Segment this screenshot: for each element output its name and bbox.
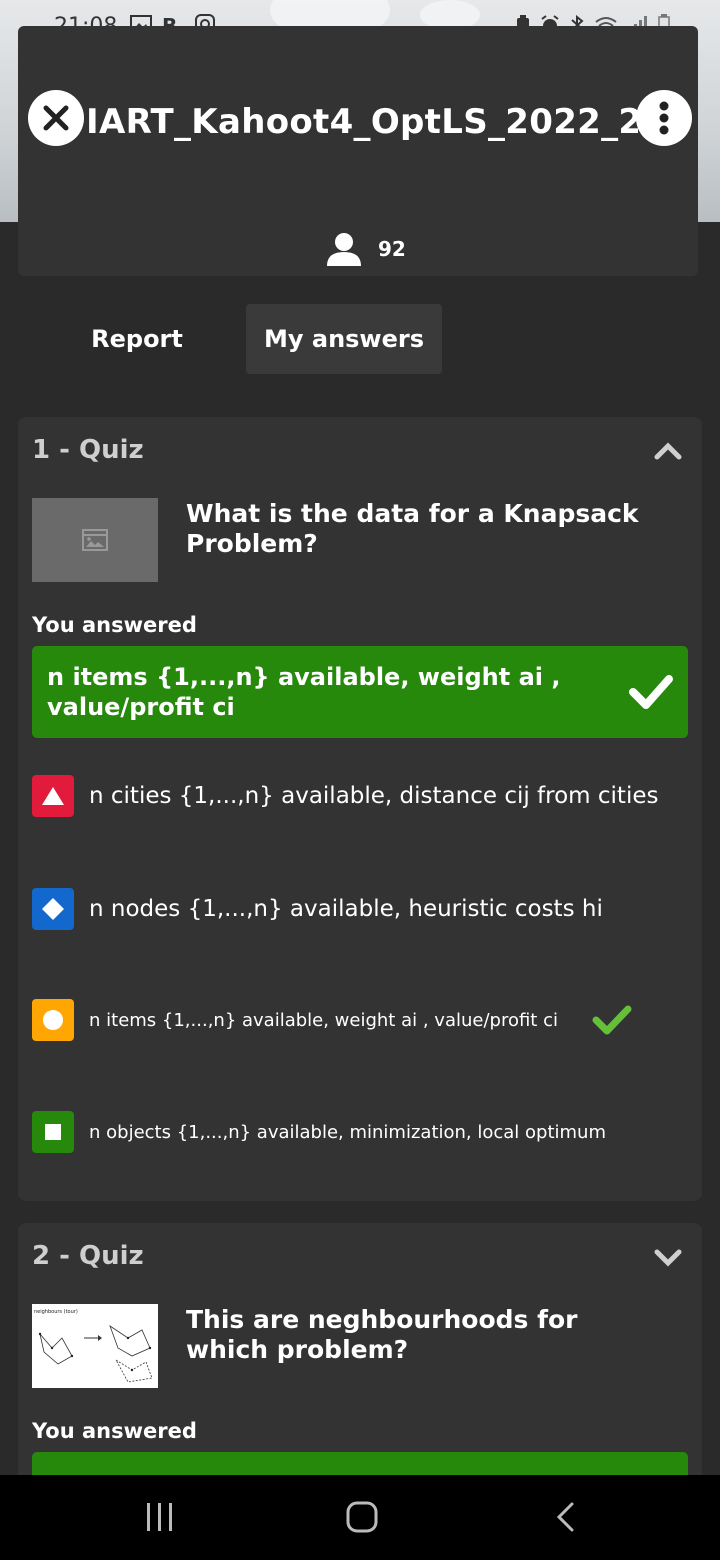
question-header[interactable]: 1 - Quiz <box>32 435 144 465</box>
image-icon <box>82 529 108 551</box>
players-count-value: 92 <box>378 237 406 261</box>
option-text: n nodes {1,...,n} available, heuristic c… <box>89 896 603 922</box>
correct-check-icon <box>592 1005 632 1035</box>
answer-option: n objects {1,...,n} available, minimizat… <box>32 1111 688 1153</box>
chevron-up-icon[interactable] <box>654 441 682 461</box>
circle-icon <box>32 999 74 1041</box>
option-text: n cities {1,...,n} available, distance c… <box>89 783 659 809</box>
thumbnail-caption: neighbours (tour) <box>34 1309 78 1315</box>
system-navigation-bar <box>0 1475 720 1560</box>
neighbourhood-diagram-image: neighbours (tour) <box>34 1309 153 1383</box>
check-icon <box>629 675 673 709</box>
more-vertical-icon <box>659 101 669 135</box>
option-text: n items {1,...,n} available, weight ai ,… <box>89 1009 558 1031</box>
tab-bar: Report My answers <box>0 304 720 376</box>
tab-my-answers[interactable]: My answers <box>246 304 442 374</box>
your-answer: n items {1,...,n} available, weight ai ,… <box>32 646 688 738</box>
answer-option: n cities {1,...,n} available, distance c… <box>32 775 688 817</box>
chevron-down-icon[interactable] <box>654 1247 682 1267</box>
kahoot-title: IART_Kahoot4_OptLS_2022_23 <box>86 102 638 142</box>
back-icon <box>556 1502 574 1532</box>
question-image-placeholder <box>32 498 158 582</box>
triangle-icon <box>32 775 74 817</box>
more-options-button[interactable] <box>636 90 692 146</box>
your-answer-text: n items {1,...,n} available, weight ai ,… <box>47 663 561 721</box>
question-card: 1 - Quiz What is the data for a Knapsack… <box>18 417 702 1201</box>
players-count: 92 <box>326 232 406 266</box>
question-text: What is the data for a Knapsack Problem? <box>186 499 639 558</box>
answer-option: n items {1,...,n} available, weight ai ,… <box>32 999 688 1041</box>
square-icon <box>32 1111 74 1153</box>
tab-report[interactable]: Report <box>70 304 204 374</box>
home-button[interactable] <box>340 1497 384 1537</box>
back-button[interactable] <box>548 1497 582 1537</box>
you-answered-label: You answered <box>32 613 197 637</box>
question-header[interactable]: 2 - Quiz <box>32 1241 144 1271</box>
recent-apps-button[interactable] <box>140 1497 180 1537</box>
option-text: n objects {1,...,n} available, minimizat… <box>89 1121 606 1143</box>
person-icon <box>327 233 361 266</box>
close-button[interactable] <box>28 90 84 146</box>
answer-option: n nodes {1,...,n} available, heuristic c… <box>32 888 688 930</box>
home-icon <box>346 1501 378 1533</box>
diamond-icon <box>32 888 74 930</box>
close-icon <box>43 105 69 131</box>
you-answered-label: You answered <box>32 1419 197 1443</box>
recent-apps-icon <box>147 1503 172 1531</box>
question-image: neighbours (tour) <box>32 1304 158 1388</box>
question-text: This are neghbourhoods for which problem… <box>186 1305 578 1364</box>
